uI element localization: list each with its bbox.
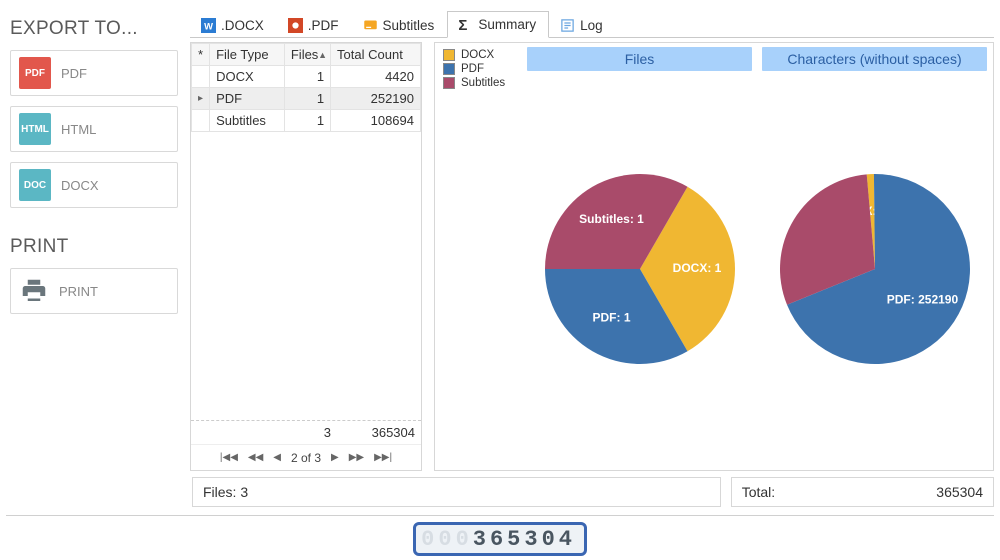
cell-filetype: PDF xyxy=(210,88,285,110)
footer-total-box: Total: 365304 xyxy=(731,477,994,507)
pie-files: DOCX: 1 PDF: 1 Subtitles: 1 xyxy=(535,164,745,374)
pager-text: 2 of 3 xyxy=(291,451,321,465)
svg-text:PDF: 1: PDF: 1 xyxy=(592,310,630,324)
export-docx-button[interactable]: DOC DOCX xyxy=(10,162,178,208)
row-indicator: ▸ xyxy=(192,88,210,110)
chart-legend: DOCX PDF Subtitles xyxy=(441,47,521,466)
summary-table[interactable]: * File Type Files▲ Total Count DOCX 1 xyxy=(191,43,421,132)
subtitles-icon xyxy=(363,18,378,33)
pdf-icon: PDF xyxy=(19,57,51,89)
cell-files: 1 xyxy=(284,66,330,88)
chart-files-title: Files xyxy=(527,47,752,71)
lcd-counter: 000365304 xyxy=(413,522,587,556)
export-title: EXPORT TO... xyxy=(10,18,178,40)
chart-panel: DOCX PDF Subtitles Files DOCX: 1 PDF: 1 Su… xyxy=(434,42,994,471)
legend-subtitles: Subtitles xyxy=(443,77,519,89)
main-panel: W .DOCX .PDF Subtitles Σ Summary Lo xyxy=(190,8,994,471)
sigma-icon: Σ xyxy=(458,17,473,32)
tab-pdf[interactable]: .PDF xyxy=(277,12,352,38)
tab-docx-label: .DOCX xyxy=(221,18,264,33)
row-indicator xyxy=(192,110,210,132)
col-files[interactable]: Files▲ xyxy=(284,44,330,66)
col-indicator[interactable]: * xyxy=(192,44,210,66)
pie-chars: DOCX: 4420PDF: 252190 xyxy=(770,164,980,374)
table-row[interactable]: Subtitles 1 108694 xyxy=(192,110,421,132)
cell-files: 1 xyxy=(284,110,330,132)
chart-chars-title: Characters (without spaces) xyxy=(762,47,987,71)
lcd-value: 365304 xyxy=(473,527,576,552)
sidebar: EXPORT TO... PDF PDF HTML HTML DOC DOCX … xyxy=(10,8,178,471)
legend-pdf: PDF xyxy=(443,63,519,75)
print-button-label: PRINT xyxy=(59,284,98,299)
legend-swatch xyxy=(443,63,455,75)
export-html-label: HTML xyxy=(61,122,96,137)
table-row[interactable]: ▸ PDF 1 252190 xyxy=(192,88,421,110)
grid-pager: |◀◀ ◀◀ ◀ 2 of 3 ▶ ▶▶ ▶▶| xyxy=(191,444,421,470)
print-title: PRINT xyxy=(10,236,178,258)
log-icon xyxy=(560,18,575,33)
cell-files: 1 xyxy=(284,88,330,110)
tab-subtitles-label: Subtitles xyxy=(383,18,435,33)
html-icon: HTML xyxy=(19,113,51,145)
pdf-icon xyxy=(288,18,303,33)
footer-total: 365304 xyxy=(337,421,421,444)
summary-grid: * File Type Files▲ Total Count DOCX 1 xyxy=(190,42,422,471)
doc-icon: DOC xyxy=(19,169,51,201)
footer-files-label: Files: 3 xyxy=(203,484,248,500)
pager-first[interactable]: |◀◀ xyxy=(220,452,238,463)
cell-total: 4420 xyxy=(331,66,421,88)
lcd-pad: 000 xyxy=(421,527,473,552)
sort-asc-icon: ▲ xyxy=(318,50,327,60)
row-indicator xyxy=(192,66,210,88)
cell-total: 108694 xyxy=(331,110,421,132)
svg-text:Subtitles: 1: Subtitles: 1 xyxy=(579,211,644,225)
export-docx-label: DOCX xyxy=(61,178,99,193)
pager-last[interactable]: ▶▶| xyxy=(374,452,392,463)
pager-nextpage[interactable]: ▶▶ xyxy=(349,452,364,463)
tab-summary[interactable]: Σ Summary xyxy=(447,11,549,38)
footer-total-value: 365304 xyxy=(936,484,983,500)
tab-log[interactable]: Log xyxy=(549,12,616,38)
footer-bars: Files: 3 Total: 365304 xyxy=(0,471,1000,507)
pager-prevpage[interactable]: ◀◀ xyxy=(248,452,263,463)
export-html-button[interactable]: HTML HTML xyxy=(10,106,178,152)
tab-docx[interactable]: W .DOCX xyxy=(190,12,277,38)
col-totalcount[interactable]: Total Count xyxy=(331,44,421,66)
svg-text:PDF: 252190: PDF: 252190 xyxy=(886,292,958,306)
tabs: W .DOCX .PDF Subtitles Σ Summary Lo xyxy=(190,8,994,38)
legend-docx: DOCX xyxy=(443,49,519,61)
word-icon: W xyxy=(201,18,216,33)
print-button[interactable]: PRINT xyxy=(10,268,178,314)
pager-next[interactable]: ▶ xyxy=(331,452,339,463)
grid-footer: 3 365304 xyxy=(191,420,421,444)
tab-log-label: Log xyxy=(580,18,603,33)
svg-text:DOCX: 1: DOCX: 1 xyxy=(672,261,721,275)
footer-total-label: Total: xyxy=(742,484,775,500)
printer-icon xyxy=(19,276,49,306)
footer-files: 3 xyxy=(289,421,337,444)
cell-total: 252190 xyxy=(331,88,421,110)
legend-swatch xyxy=(443,77,455,89)
cell-filetype: DOCX xyxy=(210,66,285,88)
chart-files: Files DOCX: 1 PDF: 1 Subtitles: 1 xyxy=(527,47,752,466)
tab-summary-label: Summary xyxy=(478,17,536,32)
export-pdf-button[interactable]: PDF PDF xyxy=(10,50,178,96)
tab-subtitles[interactable]: Subtitles xyxy=(352,12,448,38)
tab-pdf-label: .PDF xyxy=(308,18,339,33)
cell-filetype: Subtitles xyxy=(210,110,285,132)
svg-text:W: W xyxy=(204,21,213,31)
col-filetype[interactable]: File Type xyxy=(210,44,285,66)
footer-files-box: Files: 3 xyxy=(192,477,721,507)
legend-swatch xyxy=(443,49,455,61)
pager-prev[interactable]: ◀ xyxy=(273,452,281,463)
separator xyxy=(6,515,994,516)
export-pdf-label: PDF xyxy=(61,66,87,81)
chart-chars: Characters (without spaces) DOCX: 4420PD… xyxy=(762,47,987,466)
table-row[interactable]: DOCX 1 4420 xyxy=(192,66,421,88)
